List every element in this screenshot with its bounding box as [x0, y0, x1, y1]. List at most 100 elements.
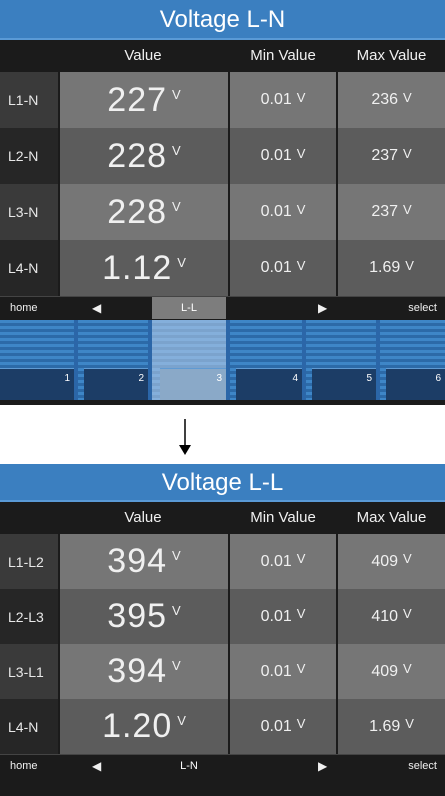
screen-title: Voltage L-N [0, 0, 445, 40]
max-cell: 409 V [336, 644, 445, 699]
max-number: 237 [371, 203, 399, 220]
unit-label: V [172, 142, 181, 158]
home-softkey[interactable]: home [10, 755, 38, 777]
value-cell: 394 V [58, 644, 228, 699]
unit-label: V [405, 257, 414, 273]
tab-divider [226, 320, 230, 400]
value-cell: 228 V [58, 184, 228, 240]
value-number: 395 [107, 597, 168, 635]
table-row: L4-N 1.12 V 0.01 V 1.69 V [0, 240, 445, 296]
unit-label: V [405, 716, 414, 731]
unit-label: V [172, 658, 181, 673]
unit-label: V [296, 201, 306, 217]
right-arrow-icon[interactable]: ▶ [318, 755, 327, 777]
unit-label: V [403, 89, 412, 105]
table-row: L1-N 227 V 0.01 V 236 V [0, 72, 445, 128]
row-label: L2-N [0, 128, 58, 184]
unit-label: V [177, 713, 186, 728]
left-arrow-icon[interactable]: ◀ [92, 297, 101, 319]
table-header: Value Min Value Max Value [0, 502, 445, 534]
tab-1[interactable]: 1 [0, 368, 74, 400]
tab-5[interactable]: 5 [312, 368, 376, 400]
unit-label: V [172, 548, 181, 563]
tab-3[interactable]: 3 [160, 368, 226, 400]
value-cell: 227 V [58, 72, 228, 128]
header-value: Value [124, 509, 162, 526]
table-row: L2-L3 395 V 0.01 V 410 V [0, 589, 445, 644]
voltage-ll-screen: Voltage L-L Value Min Value Max Value L1… [0, 464, 445, 796]
row-label: L1-L2 [0, 534, 58, 589]
max-number: 237 [371, 147, 399, 164]
max-number: 236 [371, 91, 399, 108]
header-blank [0, 40, 58, 72]
unit-label: V [403, 551, 412, 566]
header-max-value: Max Value [336, 502, 445, 534]
max-number: 1.69 [369, 259, 401, 276]
screen-title: Voltage L-L [0, 464, 445, 502]
max-number: 1.69 [369, 717, 401, 735]
unit-label: V [172, 198, 181, 214]
home-softkey[interactable]: home [10, 297, 38, 319]
table-row: L4-N 1.20 V 0.01 V 1.69 V [0, 699, 445, 754]
value-number: 228 [107, 192, 168, 231]
min-cell: 0.01 V [228, 534, 336, 589]
value-number: 394 [107, 652, 168, 690]
min-number: 0.01 [260, 717, 292, 735]
min-cell: 0.01 V [228, 184, 336, 240]
min-cell: 0.01 V [228, 699, 336, 754]
select-softkey[interactable]: select [408, 755, 437, 777]
row-label: L4-N [0, 240, 58, 296]
tab-divider [302, 320, 306, 400]
max-number: 409 [371, 662, 399, 680]
header-value: Value [124, 47, 162, 64]
tab-2[interactable]: 2 [84, 368, 148, 400]
unit-label: V [172, 86, 181, 102]
unit-label: V [403, 606, 412, 621]
table-row: L3-L1 394 V 0.01 V 409 V [0, 644, 445, 699]
min-cell: 0.01 V [228, 589, 336, 644]
value-number: 1.12 [102, 248, 173, 287]
voltage-ln-screen: Voltage L-N Value Min Value Max Value L1… [0, 0, 445, 405]
softkey-bar: home ◀ L-L ▶ select [0, 296, 445, 320]
value-cell: 228 V [58, 128, 228, 184]
min-number: 0.01 [260, 147, 292, 164]
min-cell: 0.01 V [228, 128, 336, 184]
max-cell: 237 V [336, 128, 445, 184]
min-number: 0.01 [260, 607, 292, 625]
value-cell: 394 V [58, 534, 228, 589]
unit-label: V [296, 89, 306, 105]
right-arrow-icon[interactable]: ▶ [318, 297, 327, 319]
table-header: Value Min Value Max Value [0, 40, 445, 72]
min-number: 0.01 [260, 91, 292, 108]
max-cell: 1.69 V [336, 699, 445, 754]
min-cell: 0.01 V [228, 644, 336, 699]
value-number: 394 [107, 542, 168, 580]
tab-divider [148, 320, 152, 400]
select-softkey[interactable]: select [408, 297, 437, 319]
value-cell: 1.12 V [58, 240, 228, 296]
table-row: L1-L2 394 V 0.01 V 409 V [0, 534, 445, 589]
min-cell: 0.01 V [228, 72, 336, 128]
ll-softkey[interactable]: L-L [152, 297, 226, 319]
min-number: 0.01 [260, 662, 292, 680]
row-label: L3-L1 [0, 644, 58, 699]
max-cell: 410 V [336, 589, 445, 644]
header-max-value: Max Value [336, 40, 445, 72]
unit-label: V [296, 661, 306, 676]
tab-6[interactable]: 6 [386, 368, 445, 400]
tab-4[interactable]: 4 [236, 368, 302, 400]
row-label: L3-N [0, 184, 58, 240]
table-row: L3-N 228 V 0.01 V 237 V [0, 184, 445, 240]
unit-label: V [403, 661, 412, 676]
header-blank [0, 502, 58, 534]
min-cell: 0.01 V [228, 240, 336, 296]
value-cell: 1.20 V [58, 699, 228, 754]
unit-label: V [296, 257, 306, 273]
max-cell: 409 V [336, 534, 445, 589]
softkey-bar: home ◀ L-N ▶ select [0, 754, 445, 778]
table-row: L2-N 228 V 0.01 V 237 V [0, 128, 445, 184]
unit-label: V [403, 201, 412, 217]
left-arrow-icon[interactable]: ◀ [92, 755, 101, 777]
max-cell: 1.69 V [336, 240, 445, 296]
ln-softkey[interactable]: L-N [152, 755, 226, 777]
